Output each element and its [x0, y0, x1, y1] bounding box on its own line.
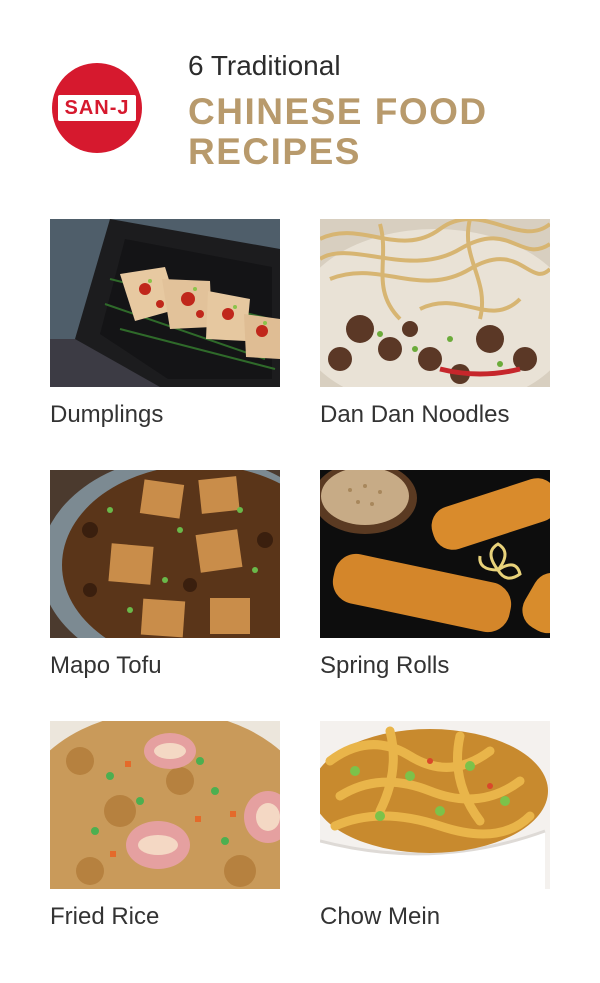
san-j-logo: SAN-J — [52, 63, 142, 153]
recipe-card-dumplings[interactable]: Dumplings — [50, 219, 280, 429]
title-line-2: RECIPES — [188, 131, 361, 172]
spring-rolls-photo — [320, 470, 550, 638]
recipe-card-chow-mein[interactable]: Chow Mein — [320, 721, 550, 931]
dumplings-photo — [50, 219, 280, 387]
recipe-card-dan-dan-noodles[interactable]: Dan Dan Noodles — [320, 219, 550, 429]
recipe-label-chow-mein[interactable]: Chow Mein — [320, 903, 550, 931]
recipe-card-fried-rice[interactable]: Fried Rice — [50, 721, 280, 931]
dan-dan-noodles-photo — [320, 219, 550, 387]
logo-text: SAN-J — [64, 96, 130, 119]
page-subtitle: 6 Traditional — [188, 50, 341, 81]
chow-mein-photo — [320, 721, 550, 889]
recipe-card-spring-rolls[interactable]: Spring Rolls — [320, 470, 550, 680]
fried-rice-photo — [50, 721, 280, 889]
mapo-tofu-photo — [50, 470, 280, 638]
recipe-label-spring-rolls[interactable]: Spring Rolls — [320, 652, 550, 680]
recipe-label-fried-rice[interactable]: Fried Rice — [50, 903, 280, 931]
page-title: CHINESE FOOD RECIPES — [188, 92, 568, 172]
title-line-1: CHINESE FOOD — [188, 91, 488, 132]
logo-band: SAN-J — [58, 95, 136, 121]
recipe-label-dumplings[interactable]: Dumplings — [50, 401, 280, 429]
recipe-card-mapo-tofu[interactable]: Mapo Tofu — [50, 470, 280, 680]
recipe-label-mapo-tofu[interactable]: Mapo Tofu — [50, 652, 280, 680]
recipe-label-dan-dan-noodles[interactable]: Dan Dan Noodles — [320, 401, 550, 429]
